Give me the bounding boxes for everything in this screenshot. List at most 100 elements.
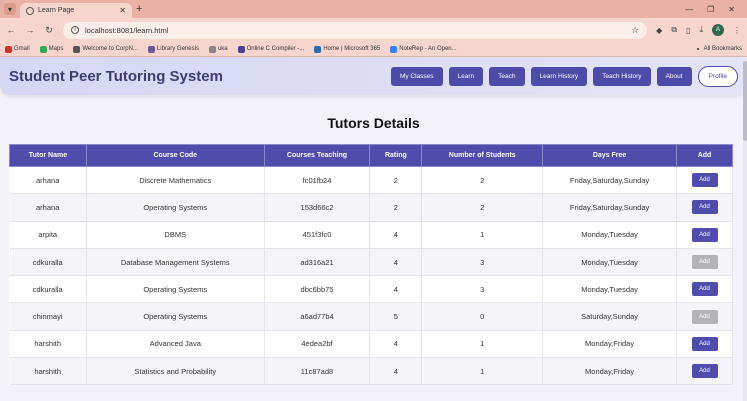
- browser-toolbar: ← → ↻ i localhost:8081/learn.html ☆ ◆ ⧉ …: [0, 18, 747, 42]
- page-title: Tutors Details: [327, 115, 420, 131]
- bookmark-maps[interactable]: Maps: [39, 45, 63, 53]
- add-button[interactable]: Add: [691, 200, 718, 215]
- bookmark-star-icon[interactable]: ☆: [631, 25, 639, 36]
- table-row: chinmayi Operating Systems a6ad77b4 5 0 Satur…: [9, 302, 733, 331]
- add-button[interactable]: Add: [691, 173, 718, 188]
- cell-rating: 4: [369, 357, 423, 386]
- nav-my-classes[interactable]: My Classes: [390, 66, 443, 86]
- cell-tutor-name: arpita: [9, 221, 87, 249]
- all-bookmarks[interactable]: All Bookmarks: [696, 46, 742, 52]
- extension-icon[interactable]: ◆: [656, 26, 662, 35]
- cell-rating: 4: [369, 248, 423, 277]
- toolbar-icons: ◆ ⧉ ▯ ⤓ A ⋮: [656, 24, 741, 36]
- cell-add: Add: [676, 275, 733, 304]
- cell-students: 0: [421, 302, 544, 331]
- cell-days-free: Friday,Saturday,Sunday: [542, 193, 678, 222]
- cell-days-free: Saturday,Sunday: [542, 302, 678, 331]
- browser-tab[interactable]: Learn Page ✕: [20, 3, 132, 18]
- cell-rating: 4: [369, 330, 423, 359]
- header-rating: Rating: [369, 144, 423, 167]
- add-button[interactable]: Add: [691, 364, 718, 379]
- back-icon[interactable]: ←: [6, 25, 16, 35]
- page-scrollbar[interactable]: [743, 57, 747, 401]
- tab-search-button[interactable]: ▾: [4, 3, 16, 15]
- menu-icon[interactable]: ⋮: [733, 26, 741, 35]
- header-days-free: Days Free: [542, 144, 678, 167]
- tab-title: Learn Page: [38, 7, 75, 14]
- bookmark-online-compiler[interactable]: Online C Compiler -...: [237, 45, 304, 53]
- site-icon: [390, 45, 398, 53]
- add-button[interactable]: Add: [691, 336, 718, 351]
- cell-students: 2: [421, 166, 544, 195]
- folder-icon: [208, 45, 216, 53]
- bookmark-corpnet[interactable]: Welcome to CorpN...: [73, 45, 138, 53]
- globe-icon: [26, 6, 34, 15]
- cell-students: 1: [421, 221, 544, 249]
- cell-students: 1: [421, 357, 544, 386]
- cell-course-id: 451f3fc0: [264, 221, 371, 249]
- cell-add: Add: [676, 330, 733, 359]
- new-tab-button[interactable]: +: [136, 3, 142, 15]
- gmail-icon: [5, 45, 12, 53]
- header-number-of-students: Number of Students: [421, 144, 544, 167]
- nav-about[interactable]: About: [656, 66, 692, 86]
- bookmark-gmail[interactable]: Gmail: [5, 45, 30, 53]
- scrollbar-thumb[interactable]: [743, 61, 747, 141]
- bookmark-library-genesis[interactable]: Library Genesis: [147, 45, 199, 53]
- address-bar[interactable]: i localhost:8081/learn.html ☆: [63, 21, 648, 39]
- maps-icon: [39, 45, 47, 53]
- cell-rating: 2: [369, 193, 423, 222]
- close-window-icon[interactable]: ✕: [728, 5, 735, 14]
- cell-course-id: dbc6bb75: [264, 275, 371, 304]
- main-nav: My Classes Learn Teach Learn History Tea…: [390, 65, 738, 87]
- cell-add: Add: [676, 221, 733, 249]
- add-button[interactable]: Add: [691, 227, 718, 242]
- download-icon[interactable]: ⤓: [699, 25, 703, 35]
- cell-course-id: ad316a21: [264, 248, 371, 277]
- profile-avatar[interactable]: A: [712, 24, 724, 36]
- add-button[interactable]: Add: [691, 282, 718, 297]
- site-icon: [314, 45, 322, 53]
- add-button: Add: [691, 309, 718, 324]
- cell-tutor-name: harshith: [9, 330, 87, 359]
- restore-icon[interactable]: ❐: [707, 5, 714, 14]
- close-tab-icon[interactable]: ✕: [119, 6, 126, 15]
- nav-learn-history[interactable]: Learn History: [530, 66, 588, 86]
- cell-students: 2: [421, 193, 544, 222]
- cell-course-id: 153d66c2: [264, 193, 371, 222]
- cell-rating: 4: [369, 221, 423, 249]
- cell-days-free: Monday,Friday: [542, 330, 678, 359]
- table-header-row: Tutor Name Course Code Courses Teaching …: [9, 144, 733, 167]
- nav-teach-history[interactable]: Teach History: [593, 66, 651, 86]
- cell-days-free: Monday,Tuesday: [542, 275, 678, 304]
- table-row: arhana Discrete Mathematics fc01fb24 2 2 Frid…: [9, 166, 733, 195]
- url-text[interactable]: localhost:8081/learn.html: [85, 26, 168, 35]
- cell-tutor-name: cdkuralla: [9, 275, 87, 304]
- site-icon: [237, 45, 245, 53]
- cell-course-id: fc01fb24: [264, 166, 371, 195]
- site-icon: [73, 45, 81, 53]
- cell-students: 3: [421, 275, 544, 304]
- cell-students: 1: [421, 330, 544, 359]
- site-info-icon[interactable]: i: [71, 26, 79, 34]
- nav-teach[interactable]: Teach: [489, 66, 525, 86]
- cell-rating: 5: [369, 302, 423, 331]
- header-course-code: Course Code: [85, 144, 265, 167]
- cell-course: Statistics and Probability: [86, 357, 265, 386]
- nav-learn[interactable]: Learn: [448, 66, 484, 86]
- sidebar-icon[interactable]: ▯: [686, 26, 690, 35]
- forward-icon[interactable]: →: [25, 25, 35, 35]
- app-header: Student Peer Tutoring System My Classes …: [0, 57, 747, 95]
- cell-add: Add: [676, 302, 733, 331]
- reload-icon[interactable]: ↻: [44, 25, 54, 36]
- bookmark-microsoft-365[interactable]: Home | Microsoft 365: [314, 45, 380, 53]
- bookmark-noterep[interactable]: NoteRep - An Open...: [390, 45, 457, 53]
- puzzle-icon[interactable]: ⧉: [671, 25, 677, 35]
- folder-icon: [696, 48, 699, 50]
- cell-course-id: 11c87ad8: [264, 357, 371, 386]
- profile-button[interactable]: Profile: [697, 65, 738, 87]
- minimize-icon[interactable]: —: [685, 5, 693, 14]
- cell-course-id: a6ad77b4: [264, 302, 371, 331]
- bookmark-uka[interactable]: uka: [208, 45, 228, 53]
- cell-tutor-name: chinmayi: [9, 302, 87, 331]
